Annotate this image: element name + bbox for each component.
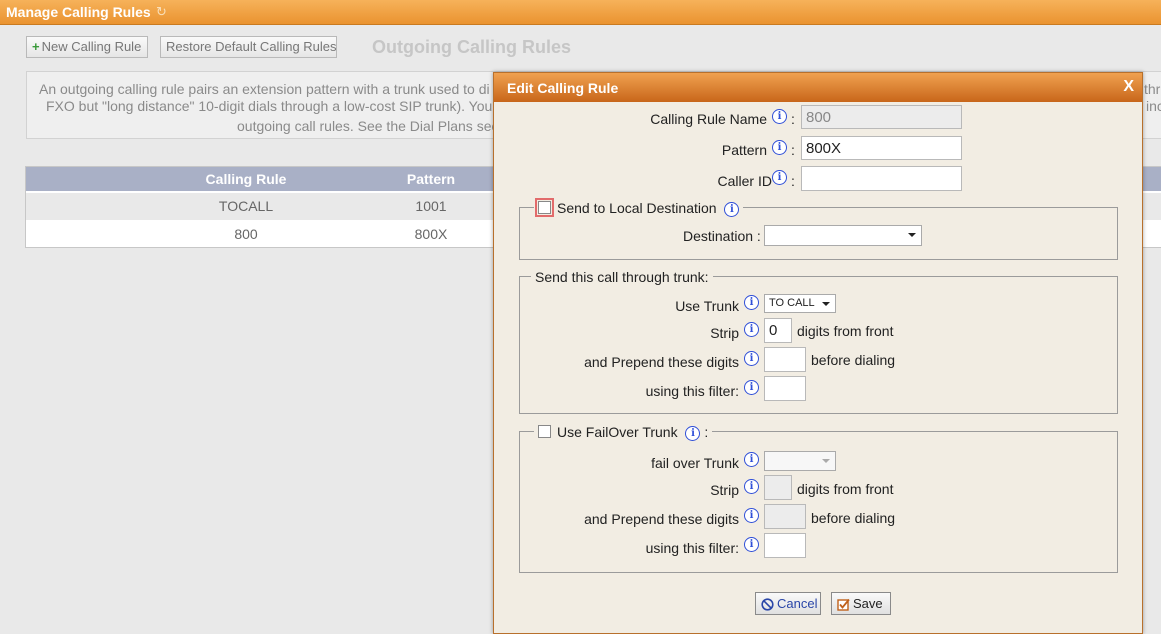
callerid-input[interactable]: [801, 166, 962, 191]
pattern-label: Pattern: [721, 142, 767, 158]
info-icon[interactable]: i: [744, 351, 759, 366]
colon: :: [791, 111, 795, 127]
strip-suffix: digits from front: [797, 323, 894, 339]
info-icon[interactable]: i: [685, 426, 701, 441]
prepend-suffix: before dialing: [811, 352, 896, 368]
local-destination-checkbox[interactable]: [535, 198, 554, 217]
failover-filter-label: using this filter:: [645, 540, 739, 556]
info-line-2-right: inc: [1146, 98, 1161, 114]
top-bar: Manage Calling Rules ↻: [0, 0, 1161, 25]
info-icon[interactable]: i: [744, 452, 759, 467]
dialog-title-bar[interactable]: Edit Calling Rule X: [494, 73, 1142, 102]
dialog-title: Edit Calling Rule: [507, 80, 619, 96]
chevron-down-icon: [822, 302, 830, 306]
column-header-calling-rule: Calling Rule: [205, 171, 287, 187]
rule-name-input[interactable]: [801, 105, 962, 129]
pattern-input[interactable]: [801, 136, 962, 160]
chevron-down-icon: [908, 233, 916, 237]
info-icon[interactable]: i: [744, 322, 759, 337]
failover-checkbox[interactable]: [538, 425, 551, 438]
info-icon[interactable]: i: [744, 295, 759, 310]
section-title: Outgoing Calling Rules: [372, 37, 571, 57]
filter-label: using this filter:: [645, 383, 739, 399]
colon: :: [791, 142, 795, 158]
destination-select[interactable]: [764, 225, 922, 246]
rule-name-label: Calling Rule Name: [650, 111, 767, 127]
local-destination-legend: Send to Local Destination i: [534, 198, 744, 217]
prepend-input[interactable]: [764, 347, 806, 372]
failover-trunk-label: fail over Trunk: [651, 455, 739, 471]
strip-input[interactable]: [764, 318, 792, 343]
chevron-down-icon: [822, 459, 830, 463]
info-line-3: outgoing call rules. See the Dial Plans …: [237, 118, 503, 134]
save-check-icon: [837, 598, 850, 611]
callerid-label: Caller ID: [717, 173, 772, 189]
refresh-icon[interactable]: ↻: [156, 4, 167, 20]
info-icon[interactable]: i: [772, 170, 787, 185]
info-icon[interactable]: i: [744, 380, 759, 395]
failover-filter-input[interactable]: [764, 533, 806, 558]
cancel-label: Cancel: [777, 596, 818, 611]
new-calling-rule-label: New Calling Rule: [41, 39, 142, 54]
info-icon[interactable]: i: [744, 508, 759, 523]
new-calling-rule-button[interactable]: + New Calling Rule: [26, 36, 148, 58]
info-line-2: FXO but "long distance" 10-digit dials t…: [46, 98, 493, 114]
failover-strip-label: Strip: [710, 482, 739, 498]
edit-calling-rule-dialog: Edit Calling Rule X Calling Rule Name i …: [493, 72, 1143, 634]
table-cell-calling-rule: TOCALL: [218, 198, 274, 214]
cancel-icon: [761, 598, 774, 611]
info-icon[interactable]: i: [744, 537, 759, 552]
table-cell-calling-rule: 800: [234, 226, 258, 242]
info-icon[interactable]: i: [772, 140, 787, 155]
plus-icon: +: [32, 39, 40, 54]
info-icon[interactable]: i: [724, 202, 740, 217]
save-button[interactable]: Save: [831, 592, 891, 615]
failover-legend: Use FailOver Trunk i :: [534, 424, 713, 441]
filter-input[interactable]: [764, 376, 806, 401]
failover-prepend-input[interactable]: [764, 504, 806, 529]
destination-label: Destination :: [683, 228, 761, 244]
table-cell-pattern: 800X: [414, 226, 448, 242]
use-trunk-value: TO CALL: [769, 297, 815, 309]
failover-prepend-suffix: before dialing: [811, 510, 896, 526]
colon: :: [704, 424, 709, 440]
failover-strip-suffix: digits from front: [797, 481, 894, 497]
prepend-label: and Prepend these digits: [584, 354, 739, 370]
failover-prepend-label: and Prepend these digits: [584, 511, 739, 527]
trunk-legend: Send this call through trunk:: [531, 269, 713, 285]
strip-label: Strip: [710, 325, 739, 341]
colon: :: [791, 173, 795, 189]
failover-trunk-select[interactable]: [764, 451, 836, 471]
close-icon[interactable]: X: [1123, 78, 1134, 96]
restore-default-rules-button[interactable]: Restore Default Calling Rules: [160, 36, 337, 58]
failover-label: Use FailOver Trunk: [557, 424, 678, 440]
save-label: Save: [853, 596, 883, 611]
failover-strip-input[interactable]: [764, 475, 792, 500]
use-trunk-label: Use Trunk: [675, 298, 739, 314]
info-icon[interactable]: i: [744, 479, 759, 494]
use-trunk-select[interactable]: TO CALL: [764, 294, 836, 313]
column-header-pattern: Pattern: [406, 171, 456, 187]
cancel-button[interactable]: Cancel: [755, 592, 821, 615]
page-title: Manage Calling Rules: [6, 4, 151, 20]
local-destination-label: Send to Local Destination: [557, 200, 717, 216]
table-cell-pattern: 1001: [415, 198, 447, 214]
info-icon[interactable]: i: [772, 109, 787, 124]
